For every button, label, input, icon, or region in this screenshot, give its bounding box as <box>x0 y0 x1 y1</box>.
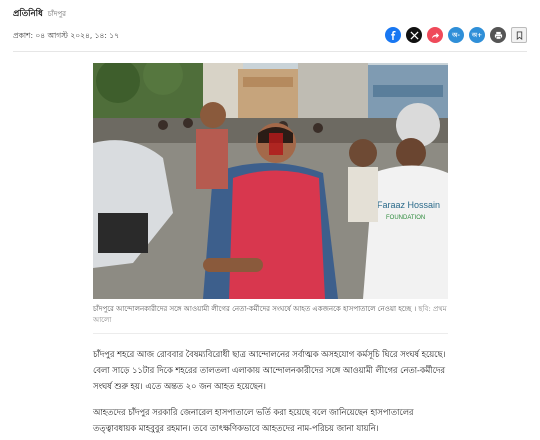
tshirt-text-2: FOUNDATION <box>386 215 425 221</box>
bookmark-icon[interactable] <box>511 27 527 43</box>
caption-text: চাঁদপুরে আন্দোলনকারীদের সঙ্গে আওয়ামী লী… <box>93 305 417 313</box>
author-name[interactable]: প্রতিনিধি <box>13 7 43 21</box>
forward-share-icon[interactable] <box>427 27 443 43</box>
author-location: চাঁদপুর <box>47 10 66 18</box>
header-divider <box>13 51 527 52</box>
font-decrease-icon[interactable]: অ- <box>448 27 464 43</box>
x-share-icon[interactable] <box>406 27 422 43</box>
caption-divider <box>93 333 448 334</box>
font-increase-icon[interactable]: অ+ <box>469 27 485 43</box>
facebook-share-icon[interactable] <box>385 27 401 43</box>
article-photo[interactable]: Faraaz Hossain FOUNDATION <box>93 63 448 299</box>
tshirt-text-1: Faraaz Hossain <box>377 200 440 210</box>
photo-caption: চাঁদপুরে আন্দোলনকারীদের সঙ্গে আওয়ামী লী… <box>93 304 448 326</box>
article-paragraph: চাঁদপুর শহরে আজ রোববার বৈষম্যবিরোধী ছাত্… <box>93 349 446 391</box>
article-paragraph: আহতদের চাঁদপুর সরকারি জেনারেল হাসপাতালে … <box>93 407 414 433</box>
print-icon[interactable] <box>490 27 506 43</box>
byline: প্রতিনিধি চাঁদপুর <box>13 7 66 21</box>
published-date: প্রকাশ: ০৪ আগস্ট ২০২৪, ১৪: ১৭ <box>13 31 120 40</box>
article-body: চাঁদপুর শহরে আজ রোববার বৈষম্যবিরোধী ছাত্… <box>93 346 455 440</box>
photo-illustration: Faraaz Hossain FOUNDATION <box>93 63 448 299</box>
share-toolbar: অ- অ+ <box>385 27 527 43</box>
